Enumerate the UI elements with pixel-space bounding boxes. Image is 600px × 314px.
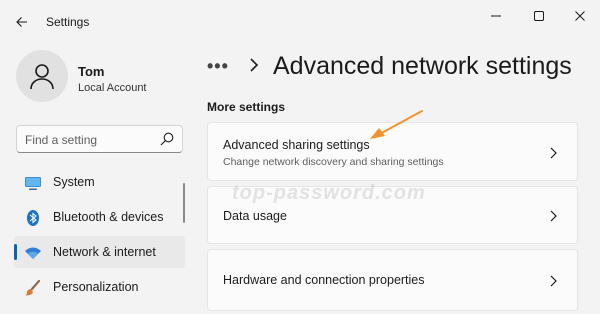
watermark: top-password.com (232, 182, 426, 204)
back-button[interactable] (10, 10, 34, 34)
person-icon (30, 64, 54, 90)
sidebar-scrollbar[interactable] (183, 183, 185, 223)
minimize-button[interactable] (478, 4, 514, 28)
card-subtitle: Change network discovery and sharing set… (223, 156, 444, 168)
sidebar-item-label: Network & internet (53, 245, 156, 259)
active-indicator (14, 244, 17, 260)
close-button[interactable] (562, 4, 598, 28)
app-title: Settings (46, 15, 90, 29)
search-input[interactable]: Find a setting (16, 125, 183, 153)
card-title: Advanced sharing settings (223, 138, 370, 152)
arrow-left-icon (16, 17, 27, 27)
annotation-arrow-icon (370, 110, 423, 139)
brush-icon (25, 279, 41, 296)
chevron-right-icon (550, 147, 557, 159)
chevron-right-icon (550, 210, 557, 222)
sidebar-item-bluetooth[interactable]: Bluetooth & devices (14, 201, 185, 233)
account-type: Local Account (78, 82, 147, 94)
sidebar-item-system[interactable]: System (14, 166, 185, 198)
chevron-right-icon (250, 58, 259, 72)
section-title: More settings (207, 100, 286, 114)
wifi-icon (25, 247, 41, 259)
sidebar-nav: System Bluetooth & devices Network & int… (14, 166, 185, 306)
bluetooth-icon (27, 210, 39, 226)
close-icon (575, 11, 585, 21)
sidebar-item-network[interactable]: Network & internet (14, 236, 185, 268)
title-bar: Settings (0, 0, 600, 44)
user-name: Tom (78, 64, 105, 79)
sidebar-item-personalization[interactable]: Personalization (14, 271, 185, 303)
card-title: Hardware and connection properties (223, 273, 425, 287)
sidebar-item-label: System (53, 175, 95, 189)
hardware-connection-properties-card[interactable]: Hardware and connection properties (207, 249, 578, 311)
sidebar-item-label: Personalization (53, 280, 139, 294)
search-icon (160, 132, 174, 146)
minimize-icon (491, 15, 501, 17)
system-monitor-icon (25, 177, 41, 190)
card-title: Data usage (223, 209, 287, 223)
sidebar-item-label: Bluetooth & devices (53, 210, 164, 224)
maximize-icon (534, 11, 544, 21)
avatar[interactable] (16, 50, 68, 102)
search-placeholder: Find a setting (25, 133, 98, 147)
page-title: Advanced network settings (273, 52, 572, 80)
maximize-button[interactable] (521, 4, 557, 28)
chevron-right-icon (550, 275, 557, 287)
breadcrumb-more-button[interactable]: ••• (207, 56, 229, 77)
